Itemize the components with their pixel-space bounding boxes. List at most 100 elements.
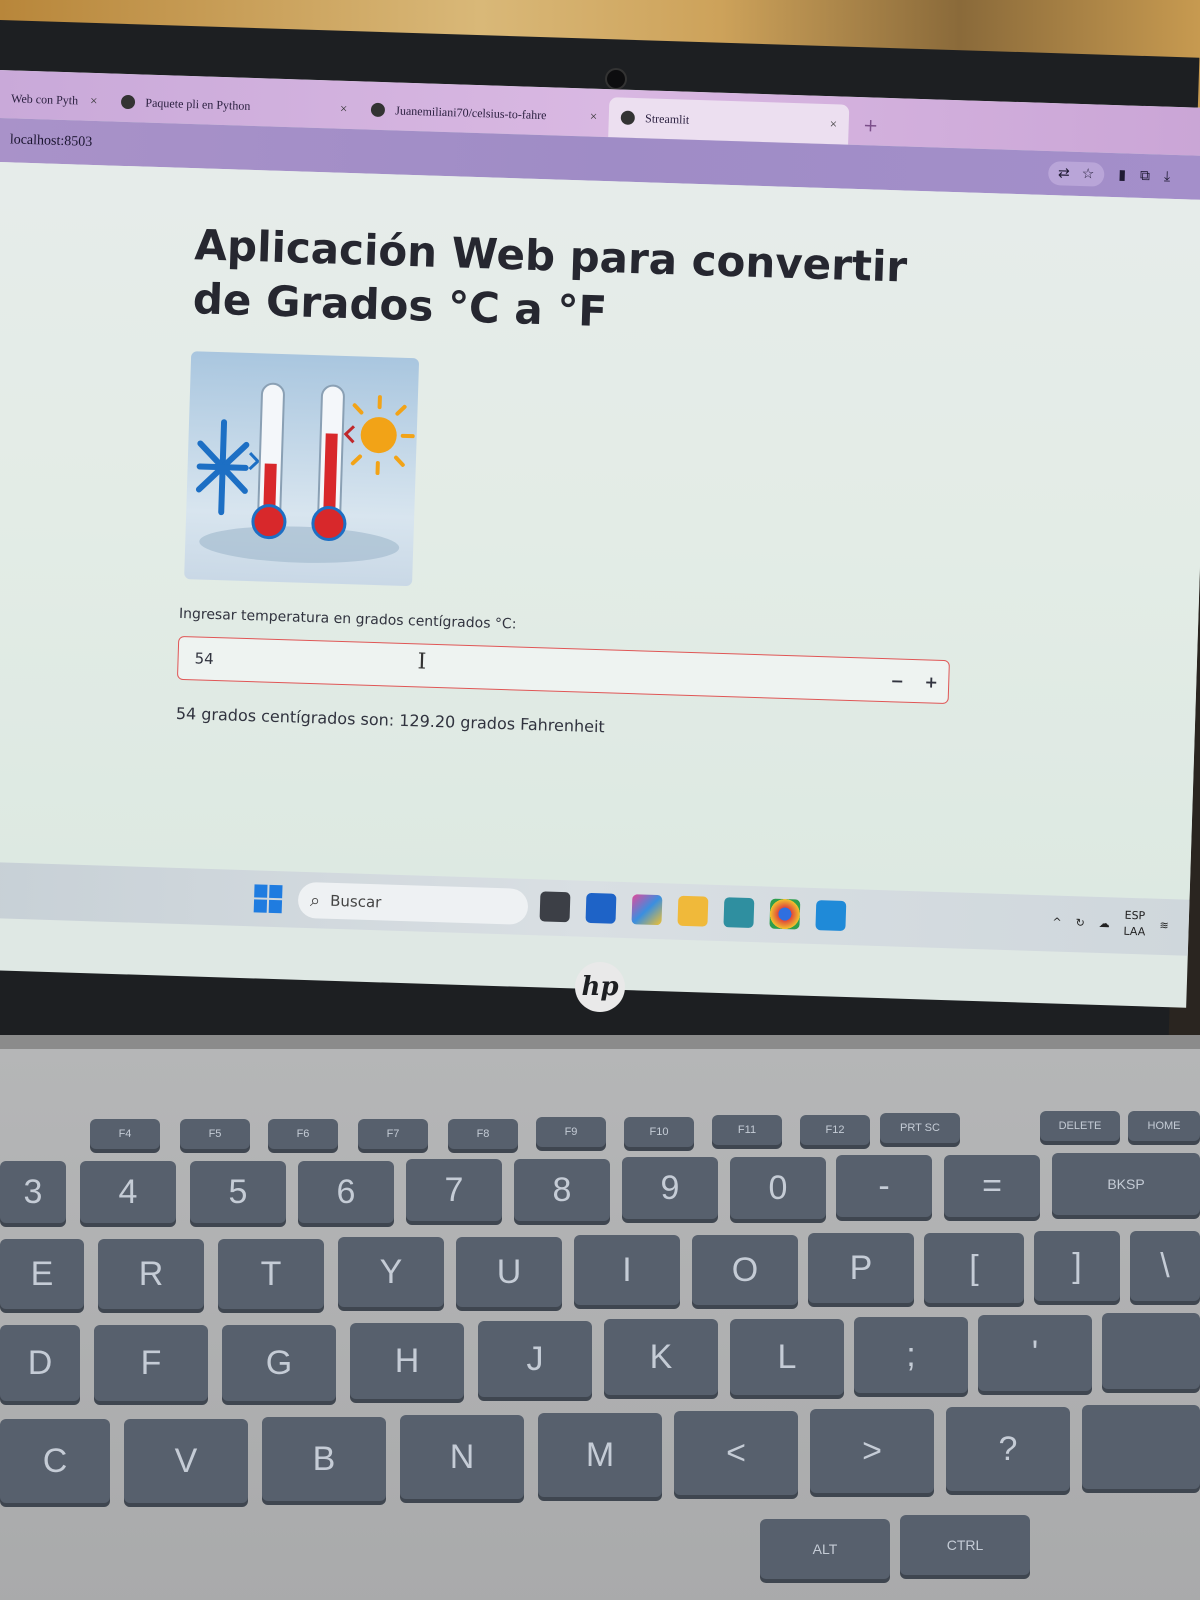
download-icon[interactable]: ⤓	[1164, 169, 1171, 185]
key-f12[interactable]: F12	[800, 1115, 870, 1145]
vscode-icon[interactable]	[815, 900, 847, 931]
key-p[interactable]: P	[808, 1233, 914, 1303]
key-h[interactable]: H	[350, 1323, 464, 1399]
key-backspace[interactable]: BKSP	[1052, 1153, 1200, 1215]
key-shift-right[interactable]	[1082, 1405, 1200, 1489]
key-m[interactable]: M	[538, 1413, 662, 1497]
key-3[interactable]: 3	[0, 1161, 66, 1223]
close-icon[interactable]: ×	[590, 109, 598, 125]
layout-code: LAA	[1123, 924, 1146, 939]
key-o[interactable]: O	[692, 1235, 798, 1305]
key-equals[interactable]: =	[944, 1155, 1040, 1217]
key-comma[interactable]: <	[674, 1411, 798, 1495]
key-g[interactable]: G	[222, 1325, 336, 1401]
key-f10[interactable]: F10	[624, 1117, 694, 1147]
search-placeholder: Buscar	[329, 891, 382, 912]
lang-code: ESP	[1124, 908, 1146, 923]
key-alt[interactable]: ALT	[760, 1519, 890, 1579]
sync-icon[interactable]: ↻	[1075, 916, 1085, 929]
key-6[interactable]: 6	[298, 1161, 394, 1223]
key-9[interactable]: 9	[622, 1157, 718, 1219]
key-i[interactable]: I	[574, 1235, 680, 1305]
key-delete[interactable]: DELETE	[1040, 1111, 1120, 1141]
key-5[interactable]: 5	[190, 1161, 286, 1223]
increment-button[interactable]: +	[914, 660, 949, 703]
cloud-icon[interactable]: ☁	[1099, 916, 1110, 929]
laptop-hinge	[0, 1035, 1200, 1049]
key-l[interactable]: L	[730, 1319, 844, 1395]
key-slash[interactable]: ?	[946, 1407, 1070, 1491]
tab-web-con-python[interactable]: Web con Pyth ×	[0, 78, 110, 121]
key-quote[interactable]: '	[978, 1315, 1092, 1391]
key-y[interactable]: Y	[338, 1237, 444, 1307]
key-8[interactable]: 8	[514, 1159, 610, 1221]
key-f8[interactable]: F8	[448, 1119, 518, 1149]
key-home[interactable]: HOME	[1128, 1111, 1200, 1141]
tab-label: Streamlit	[644, 110, 690, 127]
store-icon[interactable]	[585, 892, 617, 924]
tab-label: Paquete pli en Python	[145, 95, 251, 113]
close-icon[interactable]: ×	[90, 93, 98, 109]
language-indicator[interactable]: ESP LAA	[1123, 908, 1146, 941]
key-k[interactable]: K	[604, 1319, 718, 1395]
key-f4[interactable]: F4	[90, 1119, 160, 1149]
key-minus[interactable]: -	[836, 1155, 932, 1217]
copilot-icon[interactable]	[631, 894, 663, 926]
key-f[interactable]: F	[94, 1325, 208, 1401]
key-0[interactable]: 0	[730, 1157, 826, 1219]
close-icon[interactable]: ×	[829, 116, 838, 132]
url-field[interactable]: localhost:8503	[10, 132, 93, 151]
key-j[interactable]: J	[478, 1321, 592, 1397]
key-bracket-left[interactable]: [	[924, 1233, 1024, 1303]
key-f7[interactable]: F7	[358, 1119, 428, 1149]
chrome-icon[interactable]	[769, 898, 801, 930]
key-r[interactable]: R	[98, 1239, 204, 1309]
wifi-icon[interactable]: ≋	[1159, 918, 1169, 931]
temperature-value[interactable]: 54	[178, 649, 880, 689]
text-cursor-icon: I	[417, 649, 427, 675]
key-ctrl[interactable]: CTRL	[900, 1515, 1030, 1575]
close-icon[interactable]: ×	[340, 101, 348, 117]
taskbar-search[interactable]: ⌕ Buscar	[297, 881, 529, 925]
laptop-screen: Web con Pyth × Paquete pli en Python × J…	[0, 70, 1200, 1008]
decrement-button[interactable]: −	[880, 659, 915, 702]
webcam	[605, 68, 627, 90]
key-f5[interactable]: F5	[180, 1119, 250, 1149]
key-n[interactable]: N	[400, 1415, 524, 1499]
favicon-icon	[121, 94, 136, 110]
key-semicolon[interactable]: ;	[854, 1317, 968, 1393]
key-f9[interactable]: F9	[536, 1117, 606, 1147]
reading-mode-icon[interactable]: ▮	[1118, 167, 1126, 183]
task-view-icon[interactable]	[539, 891, 571, 923]
key-period[interactable]: >	[810, 1409, 934, 1493]
tab-label: Web con Pyth	[10, 90, 79, 107]
search-icon: ⌕	[309, 889, 321, 911]
key-u[interactable]: U	[456, 1237, 562, 1307]
key-b[interactable]: B	[262, 1417, 386, 1501]
notepad-icon[interactable]	[723, 897, 755, 929]
key-e[interactable]: E	[0, 1239, 84, 1309]
key-backslash[interactable]: \	[1130, 1231, 1200, 1301]
toolbar-icons: ⇄ ☆ ▮ ⧉ ⤓	[1047, 160, 1200, 190]
star-icon[interactable]: ☆	[1082, 166, 1095, 182]
key-v[interactable]: V	[124, 1419, 248, 1503]
key-d[interactable]: D	[0, 1325, 80, 1401]
hp-logo: hp	[575, 962, 625, 1012]
key-enter[interactable]	[1102, 1313, 1200, 1389]
key-c[interactable]: C	[0, 1419, 110, 1503]
key-7[interactable]: 7	[406, 1159, 502, 1221]
key-bracket-right[interactable]: ]	[1034, 1231, 1120, 1301]
new-tab-button[interactable]: +	[848, 105, 892, 146]
key-t[interactable]: T	[218, 1239, 324, 1309]
chevron-up-icon[interactable]: ^	[1052, 915, 1062, 928]
extensions-icon[interactable]: ⧉	[1140, 168, 1150, 184]
folder-icon[interactable]	[677, 895, 709, 927]
streamlit-icon	[620, 110, 636, 125]
key-f6[interactable]: F6	[268, 1119, 338, 1149]
windows-start-icon[interactable]	[253, 884, 283, 914]
key-4[interactable]: 4	[80, 1161, 176, 1223]
thermometer-illustration	[195, 382, 415, 563]
translate-icon[interactable]: ⇄	[1058, 165, 1070, 181]
key-f11[interactable]: F11	[712, 1115, 782, 1145]
key-prtsc[interactable]: PRT SC	[880, 1113, 960, 1143]
